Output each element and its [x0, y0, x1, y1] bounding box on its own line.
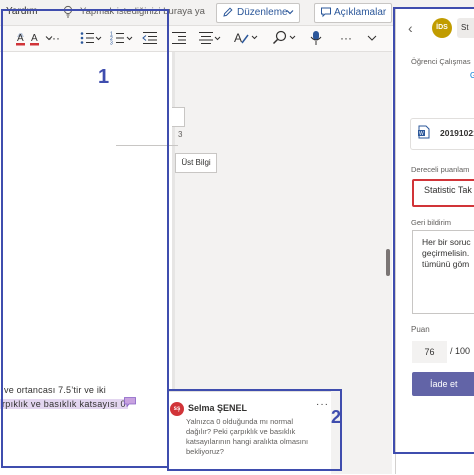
- comments-button[interactable]: Açıklamalar: [314, 3, 392, 23]
- annotation-box-3: [393, 7, 474, 454]
- page-margin-marker: [172, 107, 185, 127]
- chevron-down-icon[interactable]: [366, 32, 378, 44]
- find-icon[interactable]: [272, 30, 300, 46]
- editing-mode-label: Düzenleme: [237, 7, 288, 18]
- align-center-icon[interactable]: [198, 31, 222, 45]
- dictate-icon[interactable]: [310, 30, 322, 46]
- ribbon-overflow-button[interactable]: ···: [336, 30, 356, 46]
- page-number-marker: 3: [178, 130, 183, 139]
- annotation-box-2: [167, 389, 342, 471]
- annotation-number-1: 1: [98, 66, 110, 88]
- chevron-down-icon: [286, 10, 294, 15]
- svg-text:A: A: [234, 31, 242, 45]
- editing-mode-dropdown[interactable]: Düzenleme: [216, 3, 300, 23]
- increase-indent-icon[interactable]: [172, 31, 186, 45]
- annotation-box-1: [1, 9, 169, 468]
- styles-icon[interactable]: A: [234, 30, 260, 46]
- comment-icon: [321, 7, 331, 18]
- scrollbar-thumb[interactable]: [386, 249, 390, 276]
- header-button[interactable]: Üst Bilgi: [175, 153, 217, 173]
- comments-label: Açıklamalar: [334, 7, 387, 18]
- pencil-icon: [223, 7, 233, 17]
- annotation-number-2: 2: [331, 407, 342, 427]
